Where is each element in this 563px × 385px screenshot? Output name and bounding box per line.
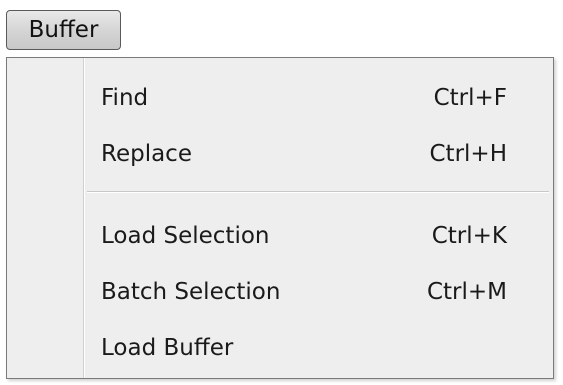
menu-item-label: Load Selection — [101, 223, 270, 249]
menu-item-label: Find — [101, 85, 149, 111]
menu-item-batch-selection[interactable]: Batch Selection Ctrl+M — [87, 264, 549, 320]
menu-item-replace[interactable]: Replace Ctrl+H — [87, 126, 549, 182]
menu-item-label: Load Buffer — [101, 335, 234, 361]
buffer-dropdown-menu: Find Ctrl+F Replace Ctrl+H Load Selectio… — [6, 57, 554, 379]
menu-item-load-selection[interactable]: Load Selection Ctrl+K — [87, 208, 549, 264]
menu-item-find[interactable]: Find Ctrl+F — [87, 70, 549, 126]
menu-icon-gutter — [7, 58, 84, 378]
menu-item-label: Batch Selection — [101, 279, 281, 305]
menu-item-shortcut: Ctrl+M — [426, 279, 507, 305]
menu-item-load-buffer[interactable]: Load Buffer — [87, 320, 549, 376]
menu-item-shortcut: Ctrl+F — [433, 85, 507, 111]
menu-item-shortcut: Ctrl+H — [429, 141, 508, 167]
gutter-divider — [84, 58, 85, 378]
menu-item-shortcut: Ctrl+K — [431, 223, 507, 249]
menu-separator — [87, 191, 549, 193]
buffer-menu-button[interactable]: Buffer — [6, 10, 121, 50]
menu-item-label: Replace — [101, 141, 192, 167]
